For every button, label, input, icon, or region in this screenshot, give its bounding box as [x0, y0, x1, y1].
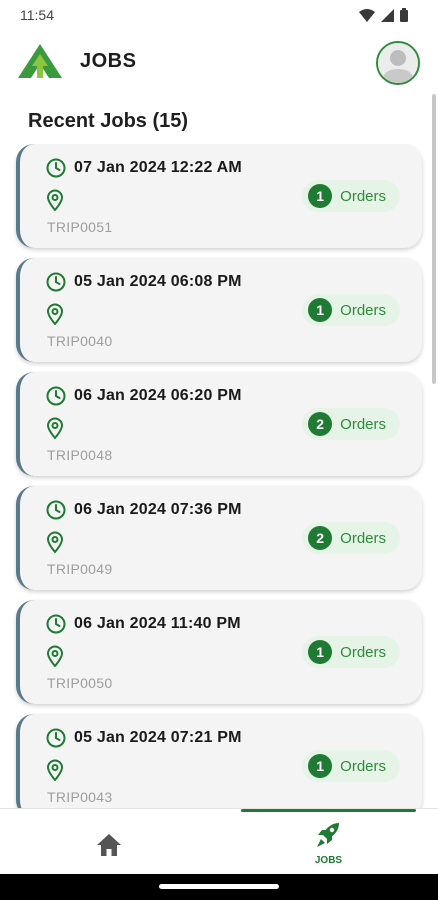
job-datetime-row: 06 Jan 2024 11:40 PM: [46, 614, 241, 634]
job-card[interactable]: 05 Jan 2024 07:21 PM TRIP0043 1 Orders: [16, 714, 422, 808]
job-trip-id: TRIP0040: [47, 333, 113, 349]
job-trip-id: TRIP0048: [47, 447, 113, 463]
nav-jobs-label: JOBS: [314, 855, 343, 866]
clock-icon: [46, 272, 66, 292]
orders-badge: 2 Orders: [302, 522, 400, 554]
job-datetime-row: 06 Jan 2024 07:36 PM: [46, 500, 242, 520]
battery-icon: [400, 8, 408, 22]
location-pin-icon: [46, 303, 64, 325]
home-icon: [97, 834, 121, 856]
scrollbar[interactable]: [432, 94, 436, 384]
nav-item-jobs[interactable]: JOBS: [219, 809, 438, 875]
job-datetime-row: 05 Jan 2024 07:21 PM: [46, 728, 242, 748]
nav-item-home[interactable]: [0, 809, 219, 875]
job-trip-id: TRIP0049: [47, 561, 113, 577]
orders-count: 1: [308, 298, 333, 322]
page-title: JOBS: [80, 50, 137, 72]
orders-badge: 1 Orders: [302, 294, 400, 326]
avatar[interactable]: [376, 41, 420, 85]
job-card[interactable]: 07 Jan 2024 12:22 AM TRIP0051 1 Orders: [16, 144, 422, 248]
jobs-list[interactable]: 07 Jan 2024 12:22 AM TRIP0051 1 Orders 0…: [0, 144, 438, 808]
recent-jobs-heading: Recent Jobs (15): [28, 110, 189, 132]
clock-icon: [46, 728, 66, 748]
orders-label: Orders: [340, 415, 386, 433]
job-trip-id: TRIP0043: [47, 789, 113, 805]
job-datetime: 07 Jan 2024 12:22 AM: [74, 159, 242, 176]
job-datetime: 06 Jan 2024 06:20 PM: [74, 387, 242, 404]
job-datetime-row: 07 Jan 2024 12:22 AM: [46, 158, 242, 178]
job-datetime-row: 05 Jan 2024 06:08 PM: [46, 272, 242, 292]
orders-count: 1: [308, 640, 333, 664]
system-navigation-bar: [0, 874, 438, 900]
signal-icon: [381, 8, 394, 22]
job-datetime: 05 Jan 2024 07:21 PM: [74, 729, 242, 746]
job-card[interactable]: 06 Jan 2024 07:36 PM TRIP0049 2 Orders: [16, 486, 422, 590]
job-datetime: 05 Jan 2024 06:08 PM: [74, 273, 242, 290]
clock-icon: [46, 614, 66, 634]
job-card[interactable]: 06 Jan 2024 11:40 PM TRIP0050 1 Orders: [16, 600, 422, 704]
orders-label: Orders: [340, 643, 386, 661]
wifi-icon: [359, 8, 375, 22]
location-pin-icon: [46, 645, 64, 667]
status-time: 11:54: [20, 7, 54, 23]
orders-label: Orders: [340, 757, 386, 775]
orders-label: Orders: [340, 187, 386, 205]
rocket-icon: [317, 823, 339, 847]
location-pin-icon: [46, 417, 64, 439]
job-trip-id: TRIP0050: [47, 675, 113, 691]
status-icons: [359, 8, 408, 22]
job-datetime: 06 Jan 2024 11:40 PM: [74, 615, 241, 632]
clock-icon: [46, 386, 66, 406]
job-datetime: 06 Jan 2024 07:36 PM: [74, 501, 242, 518]
user-icon: [378, 43, 418, 83]
orders-count: 2: [308, 412, 333, 436]
orders-label: Orders: [340, 529, 386, 547]
clock-icon: [46, 500, 66, 520]
app-logo-icon: [18, 44, 62, 78]
orders-badge: 2 Orders: [302, 408, 400, 440]
orders-label: Orders: [340, 301, 386, 319]
orders-count: 1: [308, 754, 333, 778]
orders-count: 2: [308, 526, 333, 550]
gesture-home-handle[interactable]: [159, 884, 279, 889]
location-pin-icon: [46, 759, 64, 781]
orders-count: 1: [308, 184, 333, 208]
active-tab-indicator: [241, 809, 416, 812]
bottom-nav: JOBS: [0, 808, 438, 874]
job-card[interactable]: 05 Jan 2024 06:08 PM TRIP0040 1 Orders: [16, 258, 422, 362]
job-datetime-row: 06 Jan 2024 06:20 PM: [46, 386, 242, 406]
status-bar: 11:54: [0, 0, 438, 30]
orders-badge: 1 Orders: [302, 636, 400, 668]
job-card[interactable]: 06 Jan 2024 06:20 PM TRIP0048 2 Orders: [16, 372, 422, 476]
app-bar: JOBS: [0, 30, 438, 94]
orders-badge: 1 Orders: [302, 180, 400, 212]
location-pin-icon: [46, 189, 64, 211]
job-trip-id: TRIP0051: [47, 219, 113, 235]
location-pin-icon: [46, 531, 64, 553]
orders-badge: 1 Orders: [302, 750, 400, 782]
clock-icon: [46, 158, 66, 178]
